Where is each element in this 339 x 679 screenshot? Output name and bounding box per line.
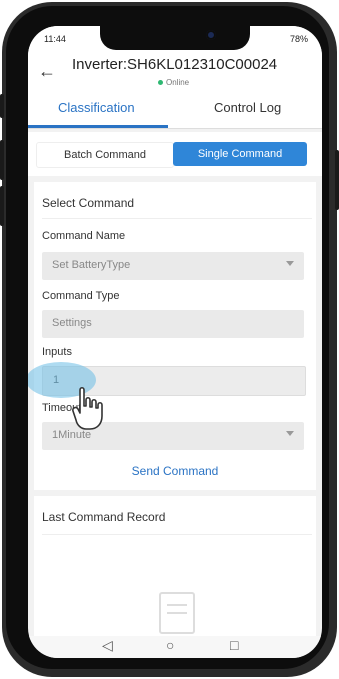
page-title: Inverter:SH6KL012310C00024 bbox=[72, 56, 278, 73]
nav-recents-icon[interactable]: □ bbox=[230, 638, 238, 652]
battery-level: 78% bbox=[289, 34, 308, 44]
command-mode-toggle: Batch Command Single Command bbox=[28, 132, 322, 176]
single-command-button[interactable]: Single Command bbox=[173, 142, 307, 166]
back-arrow-icon[interactable]: ← bbox=[38, 62, 56, 80]
camera-notch bbox=[100, 26, 250, 50]
pointing-hand-icon bbox=[72, 386, 103, 430]
send-command-button[interactable]: Send Command bbox=[34, 464, 316, 478]
system-nav-bar: ◁ ○ □ bbox=[28, 636, 322, 658]
divider bbox=[42, 218, 312, 219]
inputs-label: Inputs bbox=[42, 346, 72, 358]
last-record-card: Last Command Record bbox=[34, 496, 316, 636]
power-button bbox=[335, 150, 339, 210]
volume-up-button bbox=[0, 94, 4, 118]
online-status-label: Online bbox=[166, 78, 190, 87]
batch-command-button[interactable]: Batch Command bbox=[36, 142, 174, 168]
empty-document-icon bbox=[159, 592, 195, 634]
chevron-down-icon bbox=[286, 261, 294, 266]
tab-active-indicator bbox=[28, 125, 168, 128]
doc-line bbox=[167, 612, 187, 614]
command-name-select[interactable]: Set BatteryType bbox=[42, 252, 304, 280]
last-record-title: Last Command Record bbox=[42, 510, 166, 524]
tab-bar: Classification Control Log bbox=[28, 90, 322, 129]
command-name-value: Set BatteryType bbox=[52, 259, 131, 271]
select-command-card: Select Command Command Name Set BatteryT… bbox=[34, 182, 316, 490]
divider bbox=[42, 534, 312, 535]
command-type-label: Command Type bbox=[42, 290, 120, 302]
command-type-field: Settings bbox=[42, 310, 304, 338]
nav-back-icon[interactable]: ◁ bbox=[102, 638, 113, 652]
section-title: Select Command bbox=[42, 196, 135, 210]
doc-line bbox=[167, 604, 187, 606]
volume-down-button bbox=[0, 140, 4, 180]
online-dot-icon bbox=[158, 80, 163, 86]
tab-control-log[interactable]: Control Log bbox=[214, 100, 281, 115]
side-button bbox=[0, 186, 4, 226]
command-type-value: Settings bbox=[52, 317, 92, 329]
nav-home-icon[interactable]: ○ bbox=[166, 638, 174, 652]
online-status: Online bbox=[158, 78, 189, 87]
status-time: 11:44 bbox=[44, 34, 66, 44]
camera-icon bbox=[206, 30, 216, 40]
screen: 11:44 78% ← Inverter:SH6KL012310C00024 O… bbox=[28, 26, 322, 658]
chevron-down-icon bbox=[286, 431, 294, 436]
app-header: ← Inverter:SH6KL012310C00024 Online bbox=[28, 50, 322, 90]
tab-classification[interactable]: Classification bbox=[58, 100, 135, 115]
command-name-label: Command Name bbox=[42, 230, 126, 242]
